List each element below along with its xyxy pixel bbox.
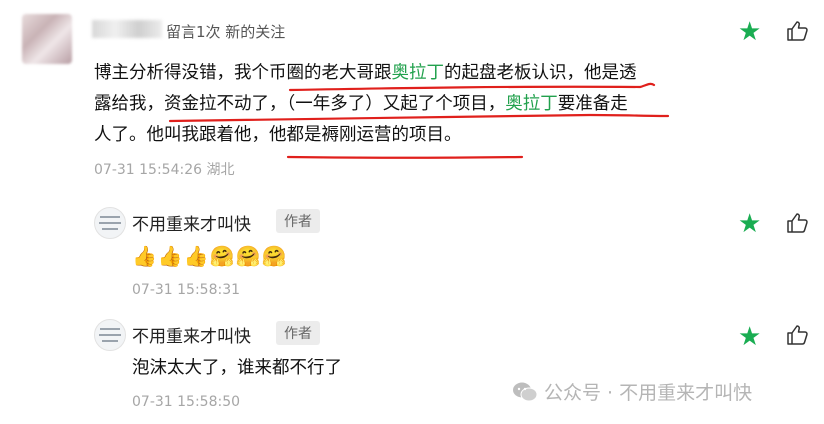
reply-timestamp: 07-31 15:58:50	[132, 394, 241, 410]
reply-emoji-text: 👍👍👍🤗🤗🤗	[132, 244, 288, 268]
red-underline-annotations	[168, 82, 670, 159]
author-badge: 作者	[276, 321, 320, 345]
reply-avatar[interactable]	[94, 319, 126, 351]
author-badge: 作者	[276, 209, 320, 233]
star-icon[interactable]: ★	[738, 211, 761, 237]
comment-timestamp: 07-31 15:54:26 湖北	[94, 162, 235, 178]
watermark: 公众号 · 不用重来才叫快	[512, 378, 752, 405]
thumbs-up-icon[interactable]	[786, 323, 810, 347]
star-icon[interactable]: ★	[738, 324, 761, 350]
reply-timestamp: 07-31 15:58:31	[132, 282, 241, 298]
reply-author-name[interactable]: 不用重来才叫快	[132, 322, 251, 347]
reply-text: 泡沫太大了，谁来都不行了	[132, 358, 342, 378]
thumbs-up-icon[interactable]	[786, 211, 810, 235]
wechat-icon	[512, 381, 538, 403]
reply-avatar[interactable]	[94, 207, 126, 239]
watermark-text: 公众号 · 不用重来才叫快	[544, 382, 753, 404]
reply-author-name[interactable]: 不用重来才叫快	[132, 210, 251, 235]
